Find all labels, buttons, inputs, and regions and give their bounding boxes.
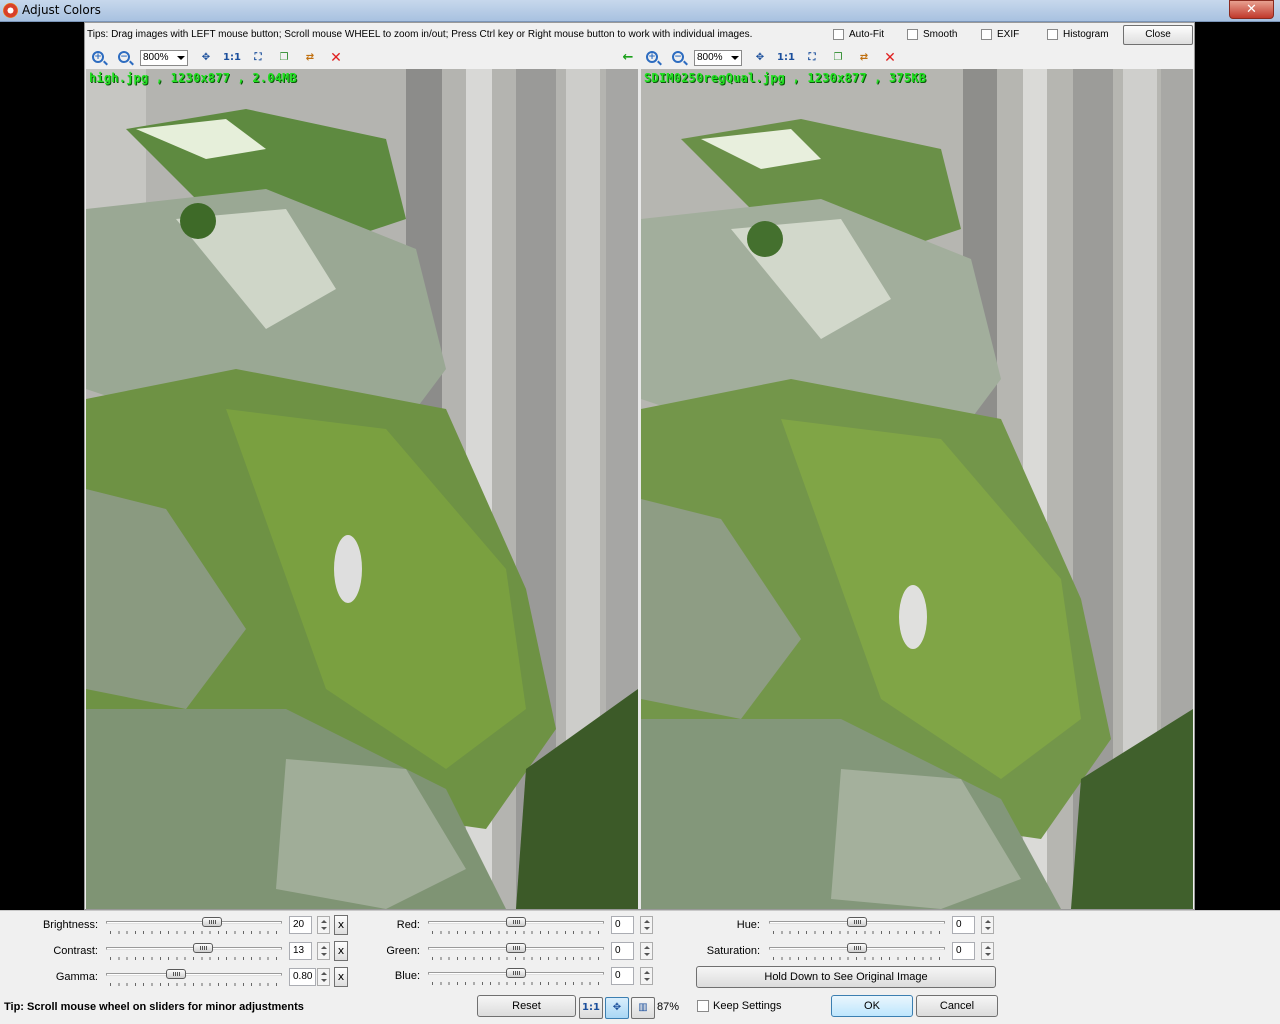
- right-actual-size-button[interactable]: 1:1: [777, 50, 795, 66]
- actual-size-label: 1:1: [223, 52, 241, 63]
- hue-label: Hue:: [736, 919, 760, 931]
- histogram-checkbox[interactable]: Histogram: [1047, 29, 1109, 43]
- green-label: Green:: [386, 945, 420, 957]
- smooth-checkbox[interactable]: Smooth: [907, 29, 957, 43]
- gamma-slider[interactable]: [106, 967, 282, 987]
- left-toolbar: + − 800% ✥ 1:1 ⛶ ❐ ⇄ ✕ ←: [85, 47, 638, 69]
- green-value[interactable]: 0: [611, 942, 634, 960]
- hue-slider[interactable]: [769, 915, 945, 935]
- autofit-checkbox[interactable]: Auto-Fit: [833, 29, 884, 43]
- gamma-label: Gamma:: [55, 971, 98, 983]
- right-zoom-out-icon[interactable]: −: [671, 50, 687, 66]
- red-value[interactable]: 0: [611, 916, 634, 934]
- red-spinner[interactable]: [640, 916, 653, 934]
- blue-slider[interactable]: [428, 966, 604, 986]
- left-zoom-select[interactable]: 800%: [140, 50, 188, 66]
- brightness-label: Brightness:: [42, 919, 98, 931]
- hue-spinner[interactable]: [981, 916, 994, 934]
- right-image-pane[interactable]: SDIM0250regQual.jpg , 1230x877 , 375KB: [641, 69, 1193, 909]
- saturation-label: Saturation:: [706, 945, 760, 957]
- gamma-value[interactable]: 0.80: [289, 968, 316, 986]
- right-delete-icon[interactable]: ✕: [882, 50, 898, 66]
- tips-bar: Tips: Drag images with LEFT mouse button…: [85, 23, 1194, 46]
- keep-settings-label: Keep Settings: [713, 1000, 782, 1013]
- delete-icon[interactable]: ✕: [328, 50, 344, 66]
- contrast-label: Contrast:: [53, 945, 98, 957]
- zoom-out-icon[interactable]: −: [117, 50, 133, 66]
- zoom-percent: 87%: [657, 1001, 680, 1013]
- footer-tip: Tip: Scroll mouse wheel on sliders for m…: [4, 1001, 304, 1013]
- fit-toggle-icon[interactable]: ✥: [605, 997, 629, 1019]
- sync-arrow-icon[interactable]: ←: [620, 50, 636, 66]
- exif-checkbox[interactable]: EXIF: [981, 29, 1019, 43]
- right-zoom-value: 800%: [697, 52, 723, 63]
- right-fullscreen-icon[interactable]: ⛶: [804, 50, 820, 66]
- tips-text: Tips: Drag images with LEFT mouse button…: [87, 29, 753, 40]
- fit-icon[interactable]: ✥: [198, 50, 214, 66]
- adjust-panel: Brightness: 20 x Contrast: 13 x Gamma: 0…: [0, 910, 1280, 1024]
- autofit-label: Auto-Fit: [849, 29, 885, 40]
- smooth-label: Smooth: [923, 29, 958, 40]
- right-copy-icon[interactable]: ❐: [830, 50, 846, 66]
- keep-settings-checkbox[interactable]: Keep Settings: [697, 1000, 782, 1013]
- contrast-value[interactable]: 13: [289, 942, 312, 960]
- exif-label: EXIF: [997, 29, 1020, 40]
- brightness-value[interactable]: 20: [289, 916, 312, 934]
- left-image-pane[interactable]: high.jpg , 1230x877 , 2.04MB: [86, 69, 638, 909]
- brightness-slider[interactable]: [106, 915, 282, 935]
- right-toolbar: + − 800% ✥ 1:1 ⛶ ❐ ⇄ ✕: [641, 47, 1194, 69]
- red-label: Red:: [396, 919, 420, 931]
- hold-original-button[interactable]: Hold Down to See Original Image: [696, 966, 996, 988]
- actual-size-toggle[interactable]: 1:1: [579, 997, 603, 1019]
- zoom-in-icon[interactable]: +: [91, 50, 107, 66]
- contrast-slider[interactable]: [106, 941, 282, 961]
- left-zoom-value: 800%: [143, 52, 169, 63]
- right-actual-size-label: 1:1: [777, 52, 795, 63]
- hue-value[interactable]: 0: [952, 916, 975, 934]
- app-logo-icon: [3, 3, 18, 18]
- swap-icon[interactable]: ⇄: [302, 50, 318, 66]
- red-slider[interactable]: [428, 915, 604, 935]
- green-spinner[interactable]: [640, 942, 653, 960]
- saturation-slider[interactable]: [769, 941, 945, 961]
- compare-frame: Tips: Drag images with LEFT mouse button…: [84, 22, 1195, 910]
- green-slider[interactable]: [428, 941, 604, 961]
- close-button[interactable]: Close: [1123, 25, 1193, 45]
- right-zoom-select[interactable]: 800%: [694, 50, 742, 66]
- left-image-caption: high.jpg , 1230x877 , 2.04MB: [89, 71, 297, 85]
- right-zoom-in-icon[interactable]: +: [645, 50, 661, 66]
- left-photo: [86, 69, 638, 909]
- title-bar: Adjust Colors ✕: [0, 0, 1280, 22]
- actual-size-button[interactable]: 1:1: [223, 50, 241, 66]
- histogram-label: Histogram: [1063, 29, 1109, 40]
- ok-button[interactable]: OK: [831, 995, 913, 1017]
- saturation-spinner[interactable]: [981, 942, 994, 960]
- blue-spinner[interactable]: [640, 967, 653, 985]
- window-close-button[interactable]: ✕: [1229, 0, 1274, 19]
- copy-icon[interactable]: ❐: [276, 50, 292, 66]
- right-swap-icon[interactable]: ⇄: [856, 50, 872, 66]
- blue-value[interactable]: 0: [611, 967, 634, 985]
- right-fit-icon[interactable]: ✥: [752, 50, 768, 66]
- right-photo: [641, 69, 1193, 909]
- split-view-icon[interactable]: ▥: [631, 997, 655, 1019]
- cancel-button[interactable]: Cancel: [916, 995, 998, 1017]
- fullscreen-icon[interactable]: ⛶: [250, 50, 266, 66]
- right-image-caption: SDIM0250regQual.jpg , 1230x877 , 375KB: [644, 71, 927, 85]
- reset-button[interactable]: Reset: [477, 995, 576, 1017]
- window-title: Adjust Colors: [22, 3, 101, 17]
- saturation-value[interactable]: 0: [952, 942, 975, 960]
- blue-label: Blue:: [394, 970, 420, 982]
